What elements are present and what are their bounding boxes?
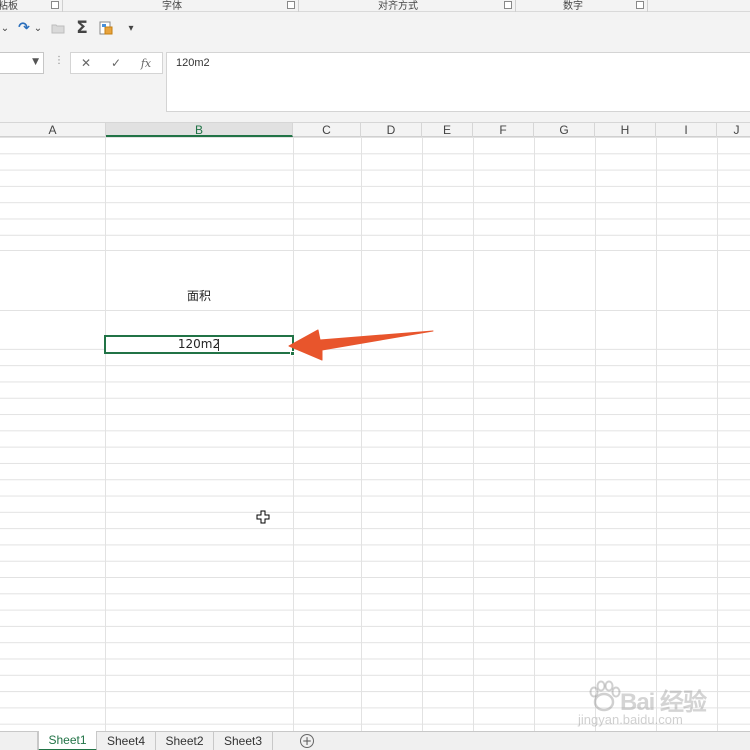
redo-icon[interactable]: ↷ bbox=[16, 19, 32, 37]
column-header-f[interactable]: F bbox=[473, 123, 534, 137]
add-sheet-icon[interactable]: + bbox=[300, 734, 314, 748]
grid-line bbox=[105, 251, 106, 335]
grid-line bbox=[717, 137, 718, 731]
active-cell-b[interactable]: 120m2 bbox=[104, 335, 294, 354]
format-painter-icon[interactable] bbox=[98, 19, 114, 37]
grid-line bbox=[595, 137, 596, 731]
grid-line bbox=[422, 137, 423, 731]
sheet-tab-sheet2[interactable]: Sheet2 bbox=[156, 732, 214, 750]
number-dialog-launcher-icon[interactable] bbox=[636, 1, 644, 9]
ribbon-separator bbox=[515, 0, 516, 12]
ribbon-group-font-label: 字体 bbox=[162, 1, 182, 12]
worksheet-grid[interactable]: 面积 120m2 bbox=[0, 137, 750, 731]
column-header-h[interactable]: H bbox=[595, 123, 656, 137]
name-box[interactable]: ▼ bbox=[0, 52, 44, 74]
sheet-tab-sheet4[interactable]: Sheet4 bbox=[97, 732, 156, 750]
ribbon-separator bbox=[647, 0, 648, 12]
formula-bar-region: ▼ ⋮ ✕ ✓ fx 120m2 bbox=[0, 44, 750, 122]
grid-line bbox=[656, 251, 657, 335]
cell-b-area-label[interactable]: 面积 bbox=[187, 287, 211, 304]
sheet-tab-sheet3[interactable]: Sheet3 bbox=[214, 732, 273, 750]
ribbon-separator bbox=[62, 0, 63, 12]
formula-input[interactable]: 120m2 bbox=[166, 52, 750, 112]
name-box-dropdown-icon[interactable]: ▼ bbox=[32, 57, 39, 67]
ribbon-group-alignment-label: 对齐方式 bbox=[378, 1, 418, 12]
column-header-c[interactable]: C bbox=[293, 123, 361, 137]
grid-line bbox=[656, 137, 657, 731]
column-header-a[interactable]: A bbox=[0, 123, 106, 137]
watermark-url: jingyan.baidu.com bbox=[578, 712, 683, 727]
ribbon-group-labels: 粘板 字体 对齐方式 数字 bbox=[0, 0, 750, 12]
active-cell-value: 120m2 bbox=[177, 337, 221, 351]
grid-line bbox=[534, 137, 535, 731]
grid-line bbox=[717, 251, 718, 335]
text-caret bbox=[218, 339, 219, 351]
confirm-entry-icon[interactable]: ✓ bbox=[105, 55, 127, 71]
quick-access-toolbar: ⌄ ↷ ⌄ Σ ▾ bbox=[0, 12, 750, 44]
sheet-tab-bar: Sheet1 Sheet4 Sheet2 Sheet3 + bbox=[0, 731, 750, 750]
annotation-arrow-icon bbox=[288, 329, 434, 361]
cancel-entry-icon[interactable]: ✕ bbox=[75, 55, 97, 71]
grid-line bbox=[534, 251, 535, 335]
grid-line bbox=[473, 251, 474, 335]
column-header-b[interactable]: B bbox=[106, 123, 293, 137]
grid-line bbox=[105, 137, 106, 731]
ribbon-group-number-label: 数字 bbox=[563, 1, 583, 12]
grid-line bbox=[293, 137, 294, 731]
column-header-g[interactable]: G bbox=[534, 123, 595, 137]
sheet-tab-sheet1[interactable]: Sheet1 bbox=[38, 731, 97, 750]
column-header-j[interactable]: J bbox=[717, 123, 750, 137]
paw-logo-icon bbox=[589, 680, 621, 712]
clipboard-dialog-launcher-icon[interactable] bbox=[51, 1, 59, 9]
redo-dropdown-icon[interactable]: ⌄ bbox=[33, 19, 43, 37]
undo-dropdown-icon[interactable]: ⌄ bbox=[0, 19, 10, 37]
formula-bar-buttons: ✕ ✓ fx bbox=[70, 52, 163, 74]
column-headers: A B C D E F G H I J bbox=[0, 122, 750, 137]
column-header-d[interactable]: D bbox=[361, 123, 422, 137]
insert-function-icon[interactable]: fx bbox=[135, 55, 157, 71]
sheet-nav-area[interactable] bbox=[0, 732, 38, 750]
folder-icon[interactable] bbox=[50, 19, 66, 37]
grid-line bbox=[361, 137, 362, 731]
grid-line bbox=[595, 251, 596, 335]
formula-bar-resize-handle[interactable]: ⋮ bbox=[54, 55, 64, 66]
customize-toolbar-icon[interactable]: ▾ bbox=[125, 19, 137, 37]
cell-select-cursor-icon bbox=[256, 509, 270, 528]
grid-line bbox=[473, 137, 474, 731]
ribbon-group-clipboard-label: 粘板 bbox=[0, 1, 18, 12]
baidu-jingyan-watermark: Bai 经验 jingyan.baidu.com bbox=[578, 680, 748, 730]
column-header-e[interactable]: E bbox=[422, 123, 473, 137]
autosum-icon[interactable]: Σ bbox=[73, 18, 91, 38]
ribbon-separator bbox=[298, 0, 299, 12]
column-header-i[interactable]: I bbox=[656, 123, 717, 137]
font-dialog-launcher-icon[interactable] bbox=[287, 1, 295, 9]
grid-line bbox=[0, 310, 750, 311]
alignment-dialog-launcher-icon[interactable] bbox=[504, 1, 512, 9]
